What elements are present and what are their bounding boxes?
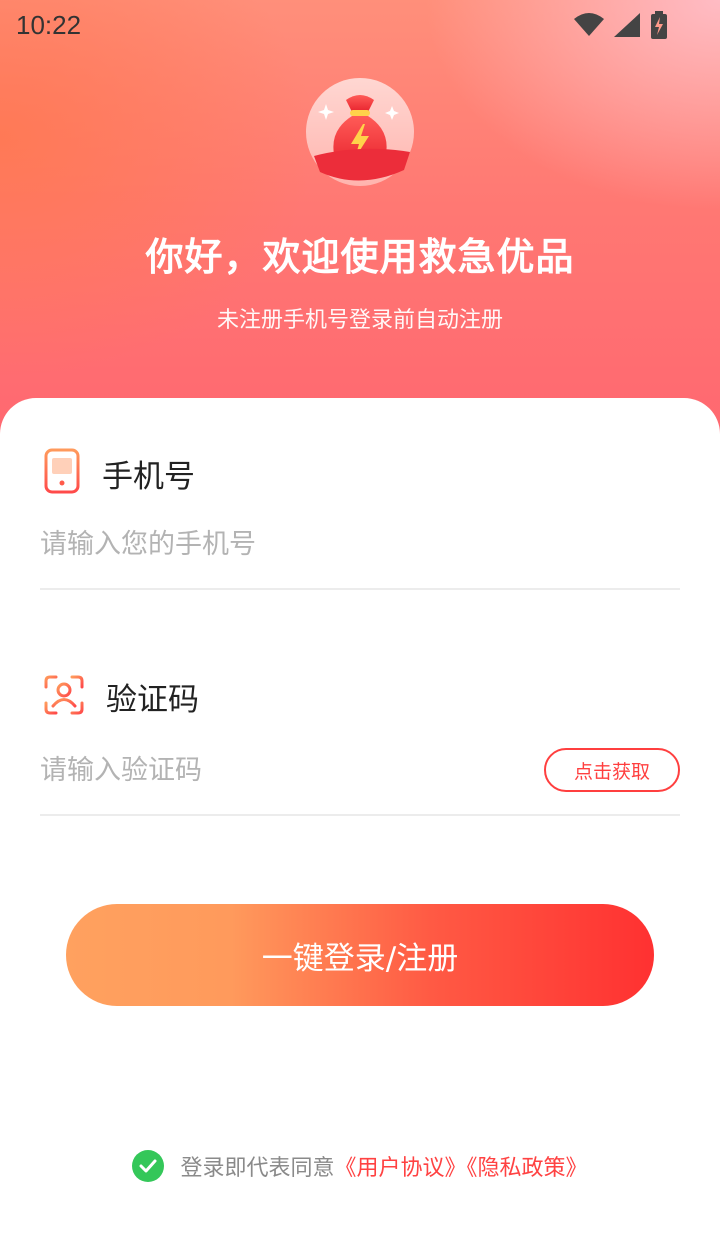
login-register-button[interactable]: 一键登录/注册 [66,904,654,1006]
signal-icon [614,13,640,37]
agreement-text: 登录即代表同意 [180,1156,335,1181]
wifi-icon [574,13,604,37]
face-id-icon [44,675,84,719]
privacy-policy-link[interactable]: 《隐私政策》 [467,1156,588,1181]
app-logo [306,78,414,186]
code-input-row: 点击获取 [40,726,680,816]
phone-label-row: 手机号 [44,448,195,498]
check-icon [139,1159,157,1173]
page-subtitle: 未注册手机号登录前自动注册 [216,308,503,333]
phone-label: 手机号 [102,458,195,495]
status-time: 10:22 [16,9,82,40]
agreement-checkbox[interactable] [132,1150,165,1182]
money-bag-lightning-icon [306,78,414,186]
login-screen: 10:22 你好，欢迎使用救急优品 未注册手机号登录前自动注册 手机号 请输入您… [0,0,720,1237]
phone-icon [44,448,80,498]
status-icons [574,11,668,39]
get-code-button[interactable]: 点击获取 [544,748,680,792]
status-bar: 10:22 [0,0,720,50]
user-agreement-link[interactable]: 《用户协议》 [334,1156,466,1181]
battery-charging-icon [650,11,668,39]
code-label-row: 验证码 [44,674,199,719]
phone-input-row [40,500,680,590]
code-input[interactable] [40,754,500,786]
agreement-row: 登录即代表同意《用户协议》《隐私政策》 [0,1150,720,1182]
code-label: 验证码 [106,682,199,718]
page-title: 你好，欢迎使用救急优品 [145,235,575,279]
phone-input[interactable] [40,528,500,560]
